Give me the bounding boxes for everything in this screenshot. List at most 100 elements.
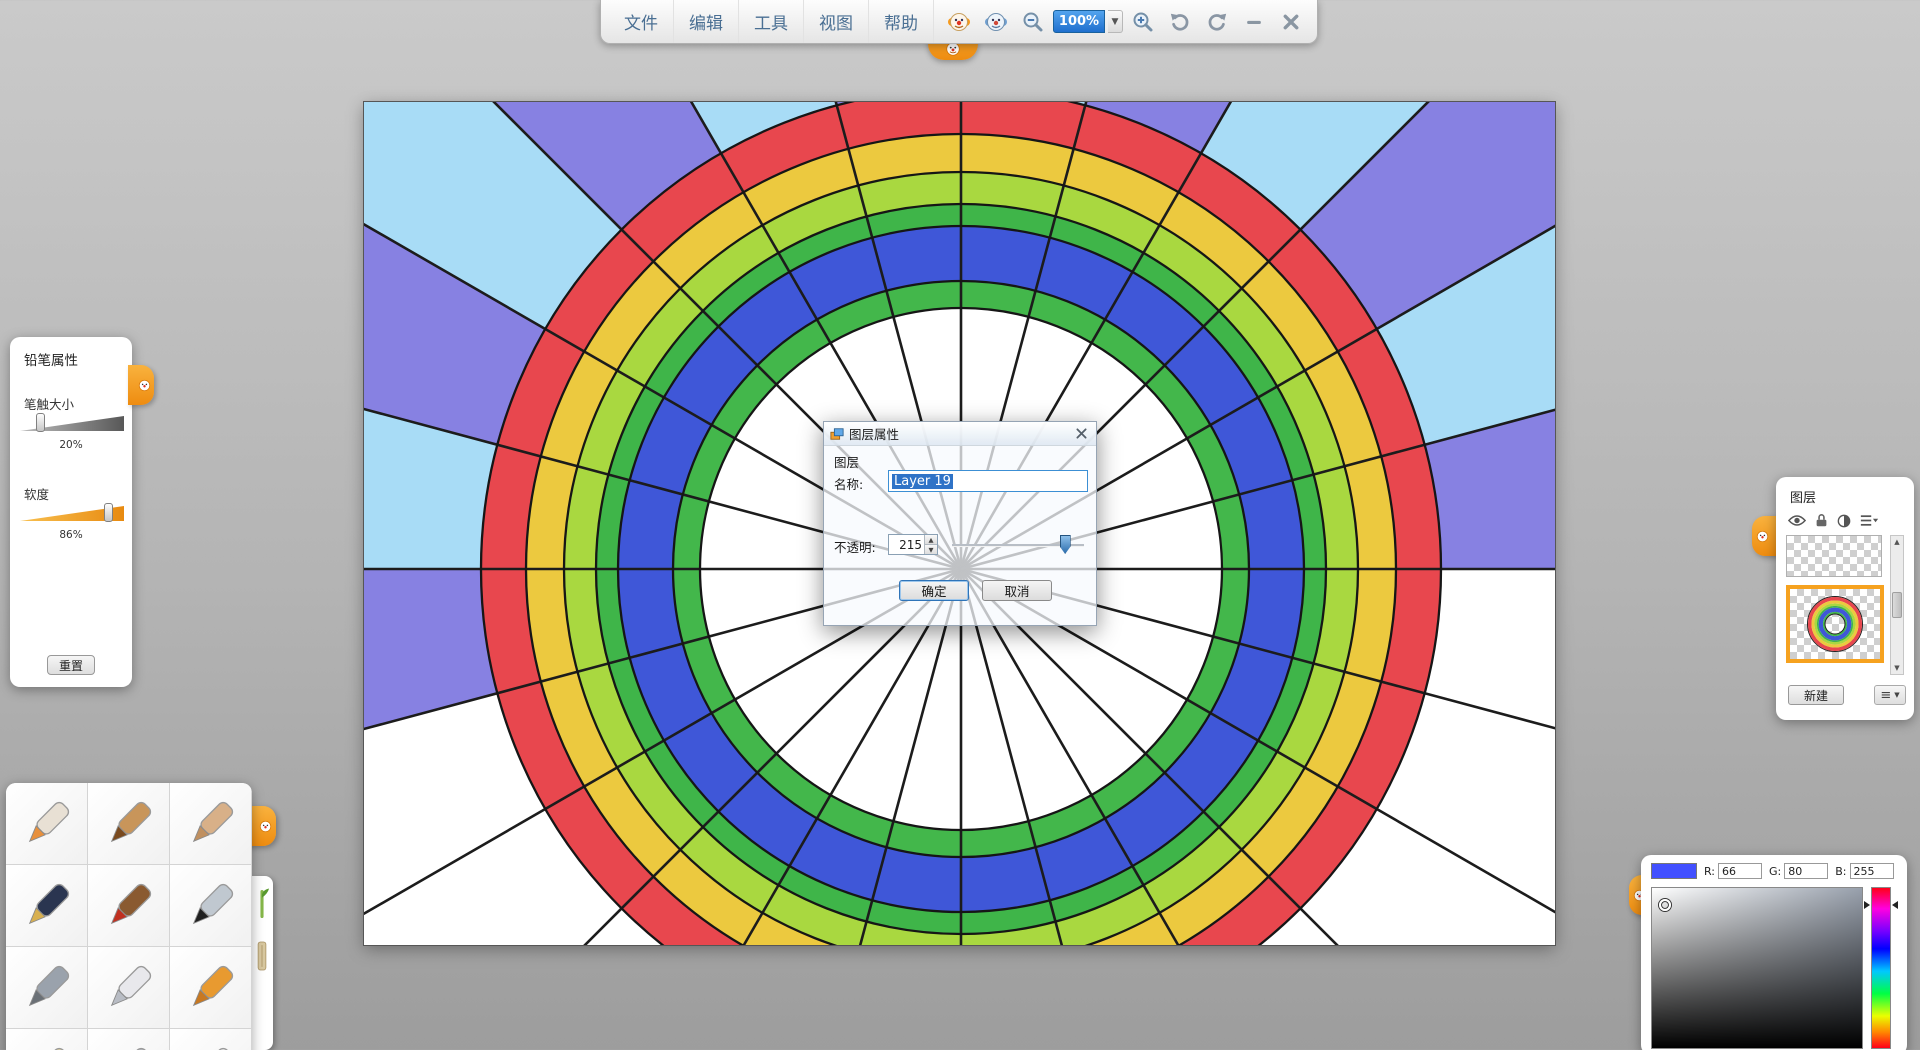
brush-fountain-pen[interactable] <box>6 865 88 947</box>
scrollbar-thumb[interactable] <box>1892 592 1902 618</box>
opacity-spinner[interactable]: 215 ▲▼ <box>888 534 938 555</box>
layer-name-input[interactable]: Layer 19 <box>888 470 1088 492</box>
brush-pencil[interactable] <box>6 783 88 865</box>
clown-face-icon <box>258 819 273 834</box>
pencil-properties-panel: 铅笔属性 笔触大小 20% 软度 86% 重置 <box>10 337 132 687</box>
brush-ink-brush[interactable] <box>170 865 252 947</box>
brush-palette-knife[interactable] <box>88 947 170 1029</box>
zoom-level-value: 100% <box>1059 14 1099 29</box>
brush-airbrush[interactable] <box>6 947 88 1029</box>
blue-label: B: <box>1835 865 1846 878</box>
zoom-level-select[interactable]: 100% <box>1053 10 1105 33</box>
palette-knife-icon <box>100 959 158 1017</box>
clown-logo-icon[interactable] <box>942 5 976 39</box>
current-color-swatch[interactable] <box>1651 863 1697 879</box>
paint-roller-icon <box>182 959 240 1017</box>
hue-bar[interactable] <box>1871 887 1891 1049</box>
menu-item-3[interactable]: 工具 <box>739 0 804 43</box>
brush-size-label: 笔触大小 <box>24 394 74 413</box>
brush-size-value: 20% <box>10 439 132 451</box>
menu-item-4[interactable]: 视图 <box>804 0 869 43</box>
layer-item-empty[interactable] <box>1786 535 1882 577</box>
undo-button[interactable] <box>1163 5 1197 39</box>
reset-button[interactable]: 重置 <box>47 655 95 675</box>
scroll-down-icon[interactable]: ▼ <box>1894 664 1899 672</box>
opacity-slider-handle[interactable] <box>1060 535 1071 554</box>
caret-down-icon: ▼ <box>1894 691 1899 699</box>
new-layer-button[interactable]: 新建 <box>1788 685 1844 705</box>
red-label: R: <box>1704 865 1715 878</box>
cancel-button[interactable]: 取消 <box>982 580 1052 601</box>
menu-item-5[interactable]: 帮助 <box>869 0 934 43</box>
pencil-panel-handle[interactable] <box>128 365 154 405</box>
layer-item-selected[interactable] <box>1786 585 1884 663</box>
softness-slider[interactable] <box>20 503 124 523</box>
brush-chalk[interactable] <box>170 783 252 865</box>
bamboo-pen-icon[interactable] <box>255 884 269 924</box>
zoom-in-icon <box>1132 11 1154 33</box>
brush-size-slider[interactable] <box>20 413 124 433</box>
green-label: G: <box>1769 865 1781 878</box>
green-input[interactable]: 80 <box>1784 863 1828 879</box>
layers-icon <box>830 427 844 441</box>
brush-paint-brush[interactable] <box>88 865 170 947</box>
scroll-icon[interactable] <box>255 936 269 976</box>
blend-contrast-icon[interactable] <box>1837 514 1851 528</box>
fountain-pen-icon <box>18 877 76 935</box>
redo-button[interactable] <box>1200 5 1234 39</box>
layers-menu-icon[interactable] <box>1860 514 1879 527</box>
layers-options-button[interactable]: ≡▼ <box>1874 685 1906 705</box>
brush-paint-roller[interactable] <box>170 947 252 1029</box>
pencil-icon <box>18 795 76 853</box>
sv-cursor[interactable] <box>1659 899 1671 911</box>
toolbar-icons: 100% ▼ <box>942 5 1308 39</box>
menu-item-1[interactable]: 文件 <box>609 0 674 43</box>
blue-input[interactable]: 255 <box>1850 863 1894 879</box>
opacity-slider[interactable] <box>952 534 1088 556</box>
dialog-close-button[interactable] <box>1072 425 1090 443</box>
paint-tube-icon <box>18 1041 76 1050</box>
hue-indicator-left <box>1864 901 1870 909</box>
opacity-value: 215 <box>889 535 924 554</box>
saturation-value-square[interactable] <box>1651 887 1863 1049</box>
dialog-titlebar[interactable]: 图层属性 <box>824 422 1096 446</box>
wood-pen-icon <box>100 795 158 853</box>
rgb-row: R: 66 G: 80 B: 255 <box>1641 855 1907 879</box>
layer-thumbnail-artwork <box>1790 589 1880 659</box>
zoom-out-icon <box>1022 11 1044 33</box>
close-icon <box>1076 428 1087 439</box>
hue-indicator-right <box>1892 901 1898 909</box>
pencil-panel-title: 铅笔属性 <box>10 337 132 369</box>
opacity-label: 不透明: <box>834 537 876 556</box>
zoom-out-button[interactable] <box>1016 5 1050 39</box>
brush-size-slider-handle[interactable] <box>36 413 45 432</box>
minimize-button[interactable] <box>1237 5 1271 39</box>
close-icon <box>1283 14 1299 30</box>
scroll-up-icon[interactable]: ▲ <box>1894 538 1899 546</box>
softness-slider-handle[interactable] <box>104 503 113 522</box>
brush-wood-pen[interactable] <box>88 783 170 865</box>
zoom-in-button[interactable] <box>1126 5 1160 39</box>
close-button[interactable] <box>1274 5 1308 39</box>
menu-item-2[interactable]: 编辑 <box>674 0 739 43</box>
brush-eraser[interactable] <box>170 1029 252 1050</box>
ink-brush-icon <box>182 877 240 935</box>
ok-button[interactable]: 确定 <box>899 580 969 601</box>
layer-list-scrollbar[interactable]: ▲ ▼ <box>1890 535 1904 675</box>
color-picker-panel: R: 66 G: 80 B: 255 <box>1641 855 1907 1050</box>
brush-quill[interactable] <box>88 1029 170 1050</box>
spinner-up-button[interactable]: ▲ <box>925 535 937 545</box>
brush-palette-panel <box>6 783 252 1050</box>
clown-face-icon <box>1755 529 1770 544</box>
red-input[interactable]: 66 <box>1718 863 1762 879</box>
zoom-dropdown-button[interactable]: ▼ <box>1108 10 1123 33</box>
layer-list <box>1786 535 1888 675</box>
chalk-icon <box>182 795 240 853</box>
spinner-down-button[interactable]: ▼ <box>925 545 937 554</box>
brush-paint-tube[interactable] <box>6 1029 88 1050</box>
clown-logo-blue-icon[interactable] <box>979 5 1013 39</box>
tool-strip <box>251 876 273 1050</box>
lock-icon[interactable] <box>1815 513 1828 528</box>
redo-icon <box>1206 11 1228 33</box>
visibility-eye-icon[interactable] <box>1788 514 1806 527</box>
